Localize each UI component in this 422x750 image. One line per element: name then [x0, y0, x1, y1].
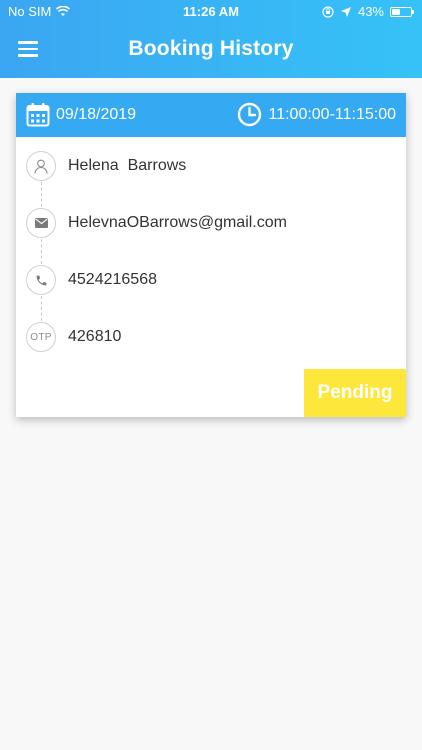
app-header: No SIM 11:26 AM 43% Booking History	[0, 0, 422, 78]
detail-row-otp: OTP 426810	[26, 322, 121, 352]
page-title: Booking History	[128, 37, 294, 60]
connector-line	[41, 182, 42, 207]
booking-card-header: 09/18/2019 11:00:00-11:15:00	[16, 93, 406, 137]
phone-icon	[26, 265, 56, 295]
location-arrow-icon	[340, 6, 351, 17]
lock-rotation-icon	[322, 5, 334, 18]
detail-row-name: Helena Barrows	[26, 151, 186, 181]
booking-time-text: 11:00:00-11:15:00	[268, 105, 396, 123]
status-bar: No SIM 11:26 AM 43%	[0, 0, 422, 22]
person-icon	[26, 151, 56, 181]
otp-label: OTP	[30, 331, 52, 343]
booking-date-text: 09/18/2019	[56, 105, 137, 123]
battery-fill	[392, 8, 400, 15]
battery-percent: 43%	[357, 4, 384, 19]
connector-line	[41, 296, 42, 321]
booking-time: 11:00:00-11:15:00	[237, 102, 396, 127]
battery-icon	[390, 6, 414, 17]
booking-card[interactable]: 09/18/2019 11:00:00-11:15:00 Helena Barr…	[16, 93, 406, 417]
status-right: 43%	[322, 4, 414, 19]
customer-email: HelevnaOBarrows@gmail.com	[68, 214, 287, 231]
detail-row-email: HelevnaOBarrows@gmail.com	[26, 208, 287, 238]
connector-line	[41, 239, 42, 264]
booking-date: 09/18/2019	[26, 102, 136, 127]
email-icon	[26, 208, 56, 238]
customer-name: Helena Barrows	[68, 157, 187, 174]
otp-code: 426810	[68, 328, 122, 345]
otp-icon: OTP	[26, 322, 56, 352]
detail-row-phone: 4524216568	[26, 265, 157, 295]
calendar-icon	[26, 103, 50, 127]
status-badge: Pending	[304, 369, 406, 417]
clock-icon	[238, 102, 262, 127]
customer-phone: 4524216568	[68, 271, 157, 288]
